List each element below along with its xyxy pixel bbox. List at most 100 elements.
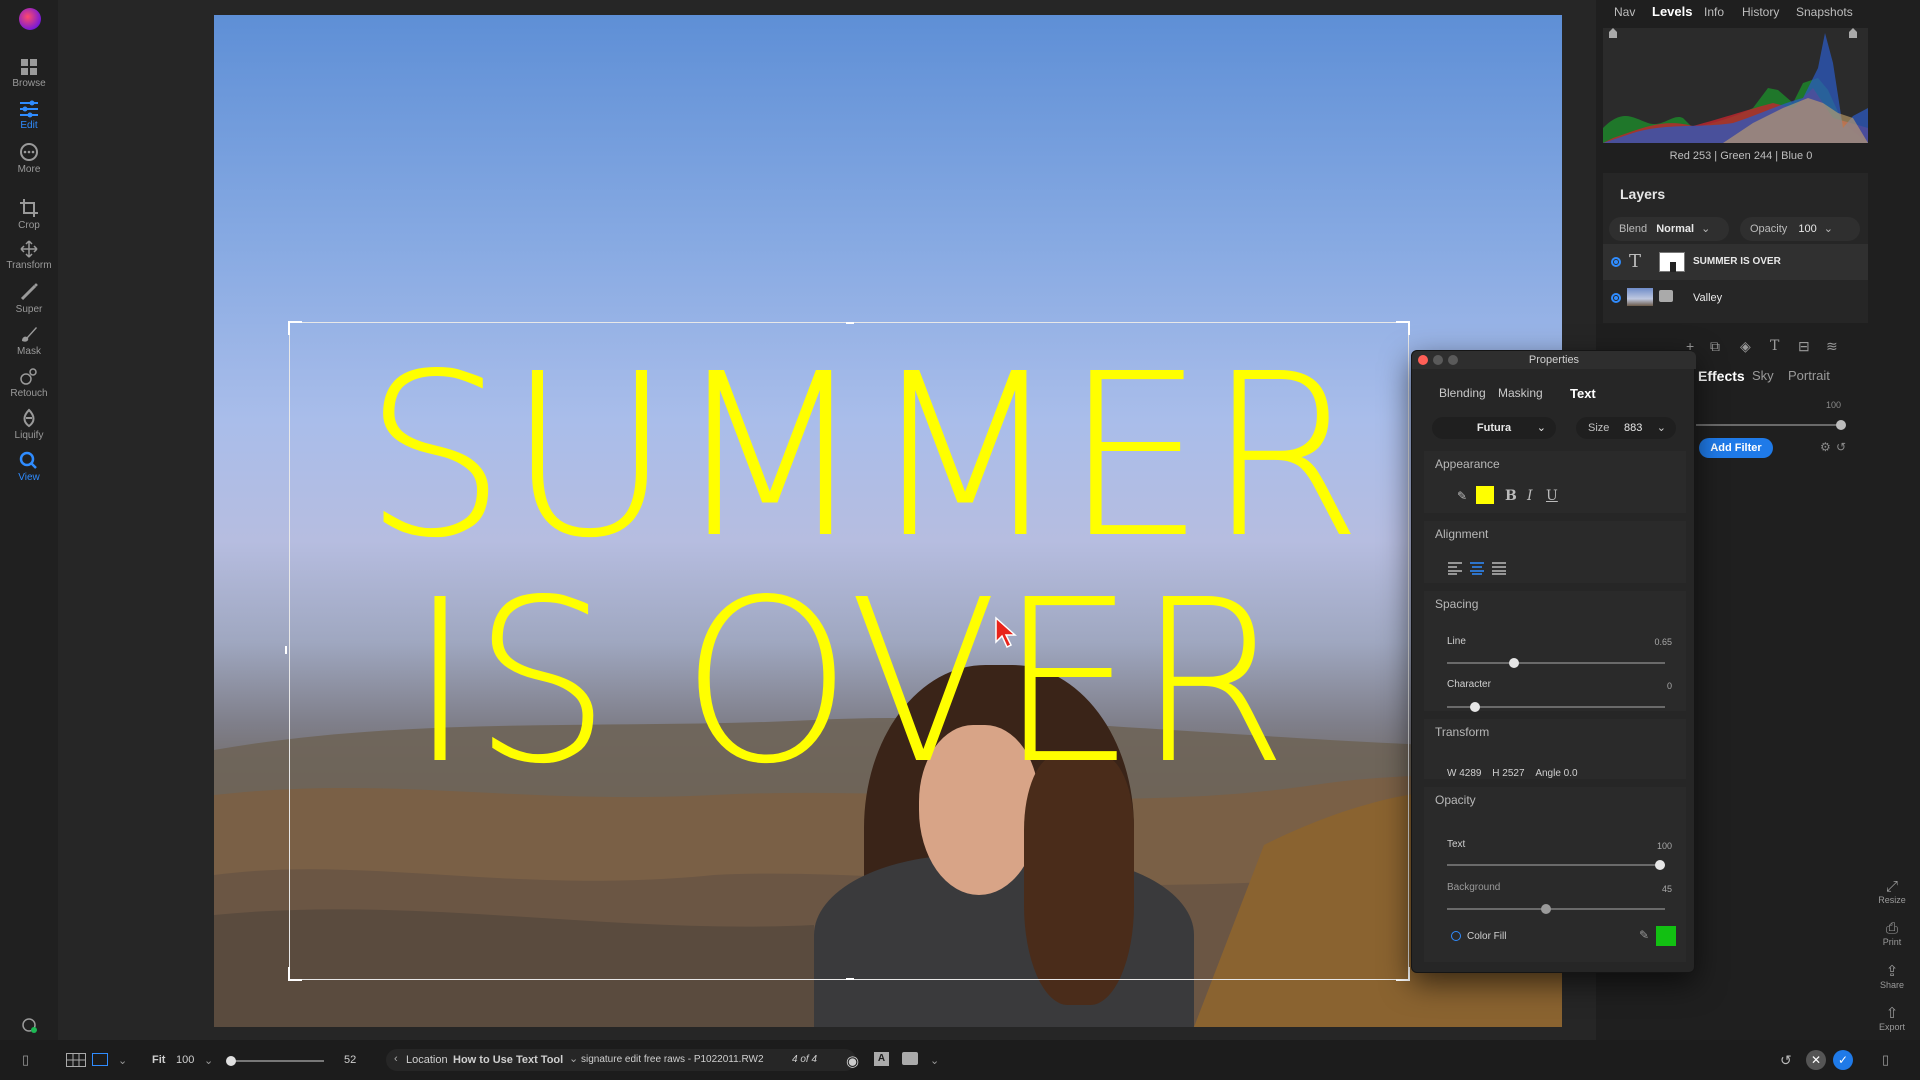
chevron-left-icon[interactable]: ‹ <box>394 1053 398 1065</box>
duplicate-layer-icon[interactable]: ⧉ <box>1710 338 1720 355</box>
zoom-value[interactable]: 100 <box>176 1054 194 1066</box>
tab-levels[interactable]: Levels <box>1652 4 1692 19</box>
camera-icon[interactable] <box>902 1052 918 1065</box>
tool-crop[interactable]: Crop <box>0 198 58 231</box>
tab-history[interactable]: History <box>1742 5 1779 19</box>
tool-super[interactable]: Super <box>0 282 58 315</box>
height-value[interactable]: 2527 <box>1502 768 1524 779</box>
zoom-button[interactable] <box>1448 355 1458 365</box>
chevron-down-icon[interactable]: ⌄ <box>569 1052 578 1065</box>
tool-edit[interactable]: Edit <box>0 100 58 131</box>
dialog-titlebar[interactable]: Properties <box>1412 351 1696 369</box>
tab-blending[interactable]: Blending <box>1439 386 1486 400</box>
tool-liquify[interactable]: Liquify <box>0 408 58 441</box>
cancel-button[interactable]: ✕ <box>1806 1050 1826 1070</box>
resize-handle-top[interactable] <box>846 322 854 324</box>
tab-text[interactable]: Text <box>1570 386 1596 401</box>
slider-knob[interactable] <box>226 1056 236 1066</box>
extensions-icon[interactable] <box>19 1016 39 1039</box>
italic-icon[interactable]: I <box>1527 488 1533 504</box>
chevron-down-icon[interactable]: ⌄ <box>930 1054 939 1067</box>
resize-handle-bottom-right[interactable] <box>1396 967 1410 981</box>
bold-icon[interactable]: B <box>1505 488 1517 504</box>
layer-row-image[interactable]: Valley <box>1603 280 1868 316</box>
angle-value[interactable]: 0.0 <box>1564 768 1578 779</box>
fit-button[interactable]: Fit <box>152 1054 165 1066</box>
share-action[interactable]: ⇪ Share <box>1864 962 1920 990</box>
tab-nav[interactable]: Nav <box>1614 5 1635 19</box>
reset-icon[interactable]: ↺ <box>1836 440 1846 454</box>
tab-sky[interactable]: Sky <box>1752 368 1774 383</box>
print-action[interactable]: ⎙ Print <box>1864 920 1920 947</box>
delete-layer-icon[interactable]: ⊟ <box>1798 338 1810 355</box>
text-bounding-box[interactable] <box>285 321 1413 981</box>
tab-effects[interactable]: Effects <box>1698 368 1745 384</box>
eyedropper-icon[interactable]: ✎ <box>1457 489 1467 503</box>
add-filter-button[interactable]: Add Filter <box>1699 438 1773 458</box>
slider-knob[interactable] <box>1469 702 1480 712</box>
slider-knob[interactable] <box>1540 904 1551 914</box>
apply-button[interactable]: ✓ <box>1833 1050 1853 1070</box>
tab-info[interactable]: Info <box>1704 5 1724 19</box>
location-folder[interactable]: How to Use Text Tool <box>453 1054 563 1066</box>
tool-retouch[interactable]: Retouch <box>0 366 58 399</box>
panel-toggle-icon[interactable]: ▯ <box>1882 1052 1889 1068</box>
blend-mode-select[interactable]: Blend Normal ⌄ <box>1609 217 1729 241</box>
tool-view[interactable]: View <box>0 450 58 483</box>
close-button[interactable] <box>1418 355 1428 365</box>
resize-action[interactable]: ⤢ Resize <box>1864 878 1920 905</box>
text-opacity-slider[interactable] <box>1447 860 1665 870</box>
text-color-swatch[interactable] <box>1476 486 1494 504</box>
tool-mask[interactable]: Mask <box>0 324 58 357</box>
single-view-icon[interactable] <box>92 1053 108 1066</box>
tab-portrait[interactable]: Portrait <box>1788 368 1830 383</box>
layers-stack-icon[interactable]: ≋ <box>1826 338 1838 355</box>
minimize-button[interactable] <box>1433 355 1443 365</box>
export-action[interactable]: ⇧ Export <box>1864 1004 1920 1032</box>
tab-snapshots[interactable]: Snapshots <box>1796 5 1853 19</box>
slider-knob[interactable] <box>1655 860 1665 870</box>
compare-icon[interactable]: A <box>874 1052 889 1066</box>
sidebar-toggle-icon[interactable]: ▯ <box>22 1052 29 1068</box>
resize-handle-bottom[interactable] <box>846 978 854 980</box>
zoom-slider[interactable] <box>226 1056 324 1066</box>
align-center-icon[interactable] <box>1470 561 1484 575</box>
tool-browse[interactable]: Browse <box>0 58 58 89</box>
tab-masking[interactable]: Masking <box>1498 386 1543 400</box>
layer-row-text[interactable]: T SUMMER IS OVER <box>1603 244 1868 280</box>
layer-visibility-toggle[interactable] <box>1611 257 1621 267</box>
eyedropper-icon[interactable]: ✎ <box>1639 928 1649 942</box>
resize-handle-bottom-left[interactable] <box>288 967 302 981</box>
layer-visibility-toggle[interactable] <box>1611 293 1621 303</box>
size-select[interactable]: Size 883 ⌄ <box>1576 417 1676 439</box>
width-value[interactable]: 4289 <box>1459 768 1481 779</box>
character-spacing-slider[interactable] <box>1447 702 1665 712</box>
filter-amount-slider[interactable] <box>1696 420 1846 430</box>
slider-knob[interactable] <box>1836 420 1846 430</box>
add-text-icon[interactable]: T <box>1770 338 1779 354</box>
gear-icon[interactable]: ⚙ <box>1820 440 1831 454</box>
color-fill-toggle[interactable] <box>1451 931 1461 941</box>
chevron-down-icon[interactable]: ⌄ <box>118 1054 127 1067</box>
chevron-down-icon: ⌄ <box>1823 223 1833 235</box>
color-fill-swatch[interactable] <box>1656 926 1676 946</box>
location-breadcrumb[interactable]: ‹ Location How to Use Text Tool ⌄ signat… <box>386 1049 856 1071</box>
underline-icon[interactable]: U <box>1546 488 1558 504</box>
line-spacing-label: Line <box>1447 636 1466 647</box>
opacity-select[interactable]: Opacity 100 ⌄ <box>1740 217 1860 241</box>
tool-more[interactable]: More <box>0 142 58 175</box>
undo-icon[interactable]: ↺ <box>1780 1052 1792 1069</box>
align-left-icon[interactable] <box>1448 561 1462 575</box>
resize-handle-top-left[interactable] <box>288 321 302 335</box>
font-select[interactable]: Futura ⌄ <box>1432 417 1556 439</box>
resize-handle-top-right[interactable] <box>1396 321 1410 335</box>
line-spacing-slider[interactable] <box>1447 658 1665 668</box>
chevron-down-icon[interactable]: ⌄ <box>204 1054 213 1067</box>
resize-handle-left[interactable] <box>285 646 287 654</box>
align-justify-icon[interactable] <box>1492 561 1506 575</box>
eye-icon[interactable]: ◉ <box>846 1052 859 1070</box>
background-opacity-slider[interactable] <box>1447 904 1665 914</box>
grid-view-icon[interactable] <box>66 1053 86 1067</box>
fill-layer-icon[interactable]: ◈ <box>1740 338 1751 355</box>
tool-transform[interactable]: Transform <box>0 240 58 271</box>
